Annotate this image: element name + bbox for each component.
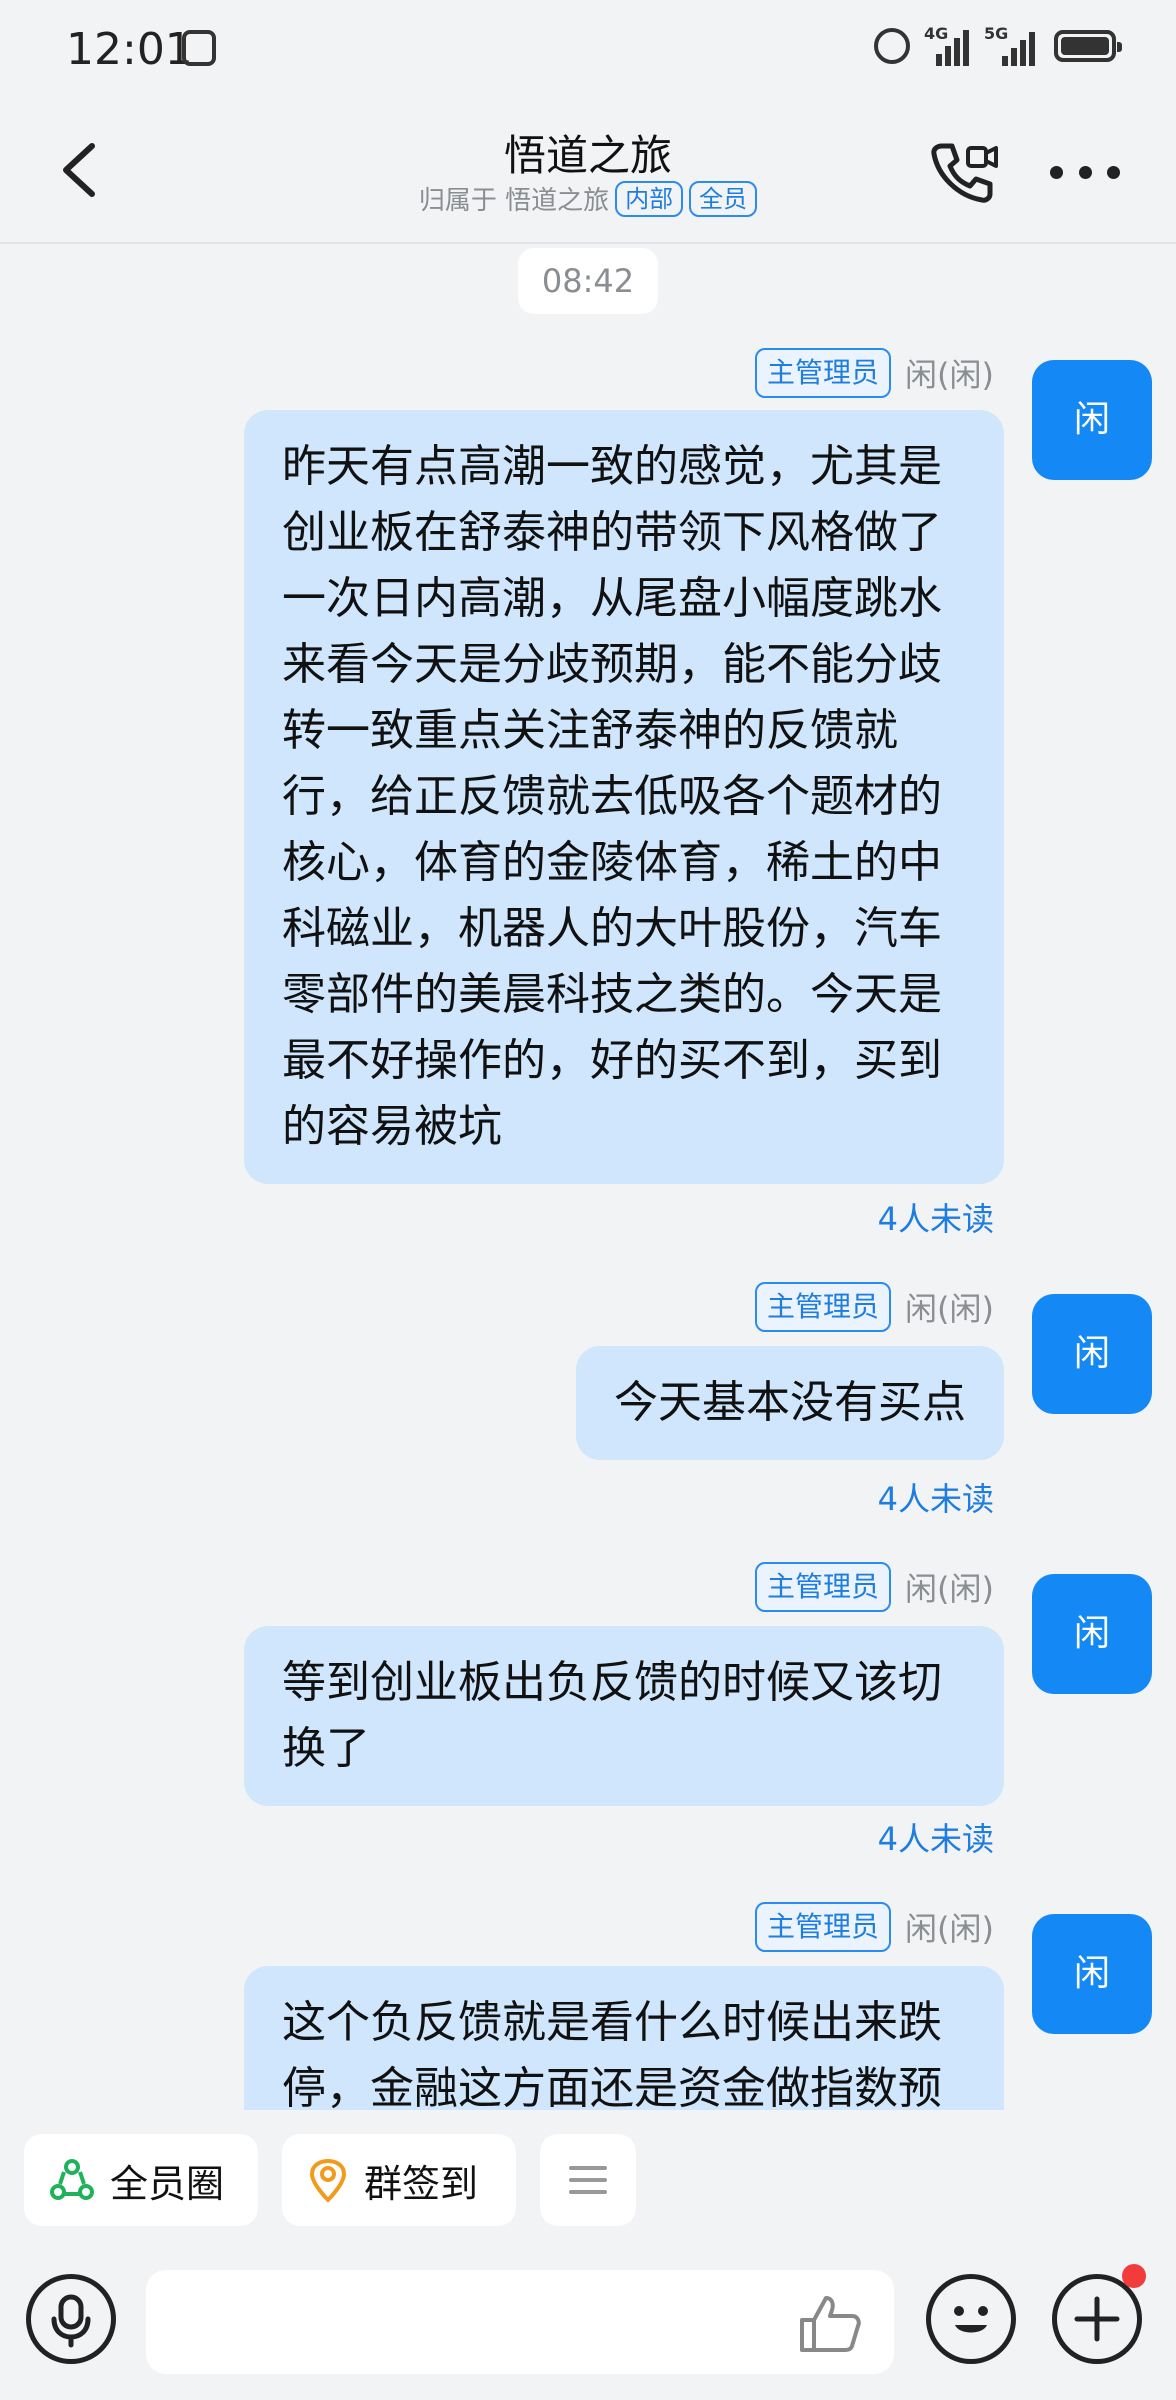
tag-internal: 内部 — [615, 180, 684, 217]
alarm-icon — [874, 28, 910, 64]
all-circle-button[interactable]: 全员圈 — [24, 2134, 258, 2226]
network-4g-label: 4G — [924, 24, 949, 43]
message-bubble[interactable]: 昨天有点高潮一致的感觉，尤其是创业板在舒泰神的带领下风格做了一次日内高潮，从尾盘… — [244, 410, 1004, 1184]
unread-count[interactable]: 4人未读 — [878, 1814, 994, 1860]
avatar[interactable]: 闲 — [1032, 1574, 1152, 1694]
message-input[interactable] — [146, 2270, 894, 2374]
all-circle-icon — [50, 2159, 94, 2200]
message-meta: 主管理员 闲(闲) — [755, 1282, 994, 1332]
unread-count[interactable]: 4人未读 — [878, 1194, 994, 1240]
emoji-icon[interactable] — [926, 2274, 1016, 2364]
location-pin-icon — [309, 2158, 347, 2202]
plus-icon[interactable] — [1052, 2274, 1142, 2364]
sender-name: 闲(闲) — [905, 1910, 994, 1948]
status-time: 12:01 — [66, 24, 193, 75]
message-meta: 主管理员 闲(闲) — [755, 1562, 994, 1612]
role-badge: 主管理员 — [755, 348, 892, 398]
quick-actions: 全员圈 群签到 — [0, 2112, 1176, 2226]
group-checkin-button[interactable]: 群签到 — [282, 2134, 516, 2226]
message-bubble[interactable]: 等到创业板出负反馈的时候又该切换了 — [244, 1626, 1004, 1806]
message-meta: 主管理员 闲(闲) — [755, 348, 994, 398]
battery-icon — [1054, 30, 1122, 62]
role-badge: 主管理员 — [755, 1562, 892, 1612]
signal-5g-icon: 5G — [984, 24, 1040, 66]
avatar[interactable]: 闲 — [1032, 1914, 1152, 2034]
more-icon[interactable] — [1050, 166, 1120, 180]
sender-name: 闲(闲) — [905, 1290, 994, 1328]
chat-header: 悟道之旅 归属于 悟道之旅 内部 全员 — [0, 100, 1176, 244]
network-5g-label: 5G — [984, 24, 1009, 43]
tag-all-members: 全员 — [689, 180, 758, 217]
notification-dot — [1122, 2264, 1146, 2288]
message-meta: 主管理员 闲(闲) — [755, 1902, 994, 1952]
group-checkin-label: 群签到 — [364, 2161, 479, 2206]
subtitle-text: 归属于 悟道之旅 — [418, 186, 610, 216]
message-timestamp: 08:42 — [518, 248, 658, 314]
nfc-icon — [182, 30, 216, 66]
avatar[interactable]: 闲 — [1032, 1294, 1152, 1414]
all-circle-label: 全员圈 — [110, 2161, 225, 2206]
video-call-icon[interactable] — [928, 138, 1000, 206]
status-bar: 12:01 4G 5G — [0, 0, 1176, 100]
quick-menu-button[interactable] — [540, 2134, 636, 2226]
role-badge: 主管理员 — [755, 1282, 892, 1332]
message-bubble[interactable]: 这个负反馈就是看什么时候出来跌停，金融这方面还是资金做指数预 — [244, 1966, 1004, 2110]
signal-4g-icon: 4G — [924, 24, 970, 66]
sender-name: 闲(闲) — [905, 1570, 994, 1608]
sender-name: 闲(闲) — [905, 356, 994, 394]
input-bar — [0, 2250, 1176, 2400]
microphone-icon[interactable] — [26, 2274, 116, 2364]
menu-icon — [569, 2166, 607, 2194]
thumbs-up-icon[interactable] — [798, 2294, 864, 2354]
unread-count[interactable]: 4人未读 — [878, 1474, 994, 1520]
message-list[interactable]: 08:42 主管理员 闲(闲) 闲 昨天有点高潮一致的感觉，尤其是创业板在舒泰神… — [0, 244, 1176, 2110]
avatar[interactable]: 闲 — [1032, 360, 1152, 480]
role-badge: 主管理员 — [755, 1902, 892, 1952]
message-bubble[interactable]: 今天基本没有买点 — [576, 1346, 1004, 1460]
